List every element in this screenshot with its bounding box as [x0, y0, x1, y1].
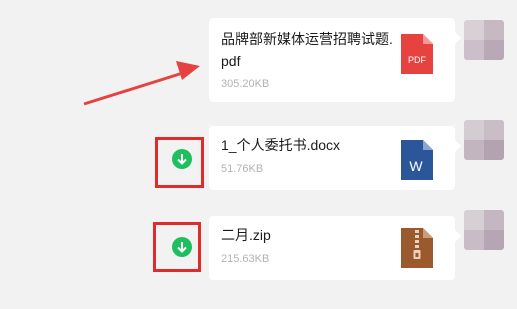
file-size: 51.76KB — [221, 163, 264, 175]
file-message-pdf[interactable]: 品牌部新媒体运营招聘试题.pdf 305.20KB PDF — [209, 18, 461, 102]
download-button[interactable] — [172, 237, 192, 257]
download-button[interactable] — [172, 149, 192, 169]
file-message-zip[interactable]: 二月.zip 215.63KB — [209, 216, 461, 280]
file-name: 1_个人委托书.docx — [221, 137, 341, 153]
download-arrow-icon — [177, 154, 187, 165]
file-name: 品牌部新媒体运营招聘试题.pdf — [221, 31, 393, 69]
word-icon-label: W — [409, 158, 423, 174]
download-arrow-icon — [177, 242, 187, 253]
avatar[interactable] — [464, 120, 504, 160]
pdf-file-icon: PDF — [401, 34, 433, 74]
file-name: 二月.zip — [221, 227, 271, 243]
zip-file-icon — [401, 228, 433, 268]
file-message-docx[interactable]: 1_个人委托书.docx 51.76KB W — [209, 126, 461, 190]
avatar[interactable] — [464, 20, 504, 60]
file-size: 305.20KB — [221, 78, 270, 90]
pdf-icon-label: PDF — [408, 55, 427, 65]
file-size: 215.63KB — [221, 253, 270, 265]
word-file-icon: W — [401, 140, 433, 180]
avatar[interactable] — [464, 210, 504, 250]
